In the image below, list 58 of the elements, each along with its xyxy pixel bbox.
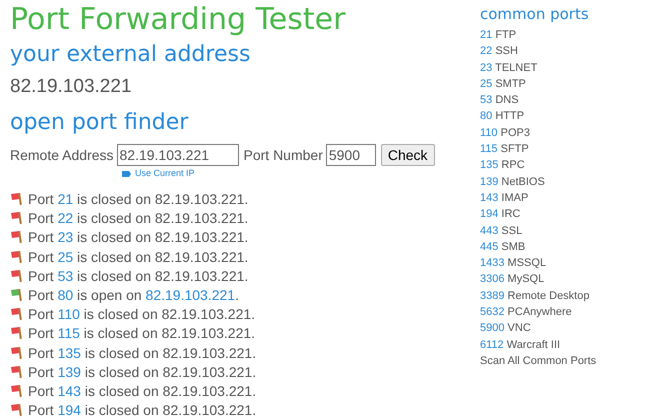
ip-icon — [122, 170, 132, 178]
common-port-link[interactable]: 194 IRC — [480, 206, 520, 223]
common-port-link[interactable]: 1433 MSSQL — [480, 255, 546, 272]
result-line: Port 23 is closed on 82.19.103.221. — [28, 228, 248, 246]
result-line: Port 80 is open on 82.19.103.221. — [28, 286, 239, 304]
common-port-link[interactable]: 110 POP3 — [480, 124, 530, 142]
common-port-link[interactable]: 3389 Remote Desktop — [480, 288, 590, 304]
port-link[interactable]: 22 — [58, 210, 74, 226]
common-port-link[interactable]: 5900 VNC — [480, 320, 531, 337]
result-line: Port 135 is closed on 82.19.103.221. — [28, 344, 256, 362]
result-line: Port 21 is closed on 82.19.103.221. — [28, 190, 248, 208]
result-line: Port 139 is closed on 82.19.103.221. — [28, 362, 256, 381]
common-port-link[interactable]: 53 DNS — [480, 92, 519, 108]
port-link[interactable]: 135 — [58, 344, 81, 361]
address-link[interactable]: 82.19.103.221 — [146, 287, 236, 304]
field-label: Port Number — [244, 146, 323, 164]
common-port-link[interactable]: 143 IMAP — [480, 190, 528, 206]
common-port-link[interactable]: 3306 MySQL — [480, 271, 544, 288]
port-link[interactable]: 139 — [58, 364, 81, 380]
common-port-link[interactable]: 115 SFTP — [480, 141, 529, 158]
common-port-link[interactable]: 6112 Warcraft III — [480, 336, 560, 353]
result-line: Port 25 is closed on 82.19.103.221. — [28, 248, 248, 266]
page-title: Port Forwarding Tester — [10, 2, 346, 38]
external-address: 82.19.103.221 — [10, 75, 132, 99]
port-link[interactable]: 23 — [58, 229, 74, 246]
result-line: Port 110 is closed on 82.19.103.221. — [28, 305, 256, 324]
result-line: Port 22 is closed on 82.19.103.221. — [28, 209, 248, 228]
common-port-link[interactable]: 135 RPC — [480, 157, 525, 174]
section-heading: open port finder — [10, 109, 188, 137]
result-line: Port 115 is closed on 82.19.103.221. — [28, 324, 256, 342]
port-link[interactable]: 110 — [58, 306, 80, 322]
use-current-ip-link[interactable]: Use Current IP — [135, 167, 195, 180]
port-link[interactable]: 143 — [58, 382, 81, 399]
port-link[interactable]: 25 — [58, 248, 74, 265]
port-link[interactable]: 115 — [58, 325, 80, 342]
port-link[interactable]: 80 — [58, 287, 74, 304]
result-line: Port 143 is closed on 82.19.103.221. — [28, 382, 256, 400]
result-line: Port 194 is closed on 82.19.103.221. — [28, 401, 256, 419]
check-button[interactable]: Check — [380, 144, 435, 166]
common-port-link[interactable]: 21 FTP — [480, 27, 516, 44]
common-port-link[interactable]: 139 NetBIOS — [480, 174, 545, 190]
result-line: Port 53 is closed on 82.19.103.221. — [28, 266, 248, 285]
port-link[interactable]: 53 — [58, 268, 74, 284]
scan-all-link[interactable]: Scan All Common Ports — [480, 352, 596, 370]
common-port-link[interactable]: 5632 PCAnywhere — [480, 304, 572, 320]
common-port-link[interactable]: 445 SMB — [480, 238, 526, 256]
common-port-link[interactable]: 25 SMTP — [480, 76, 526, 92]
port-number-field[interactable]: 5900 — [326, 144, 376, 166]
common-port-link[interactable]: 23 TELNET — [480, 60, 538, 76]
common-port-link[interactable]: 443 SSL — [480, 222, 522, 239]
field-label: Remote Address — [10, 146, 114, 164]
remote-address-field[interactable]: 82.19.103.221 — [116, 144, 238, 166]
common-port-link[interactable]: 22 SSH — [480, 43, 518, 60]
common-port-link[interactable]: 80 HTTP — [480, 108, 524, 125]
port-link[interactable]: 194 — [58, 402, 81, 418]
sidebar-heading: common ports — [480, 4, 590, 24]
section-heading: your external address — [10, 41, 250, 69]
port-link[interactable]: 21 — [58, 191, 74, 208]
